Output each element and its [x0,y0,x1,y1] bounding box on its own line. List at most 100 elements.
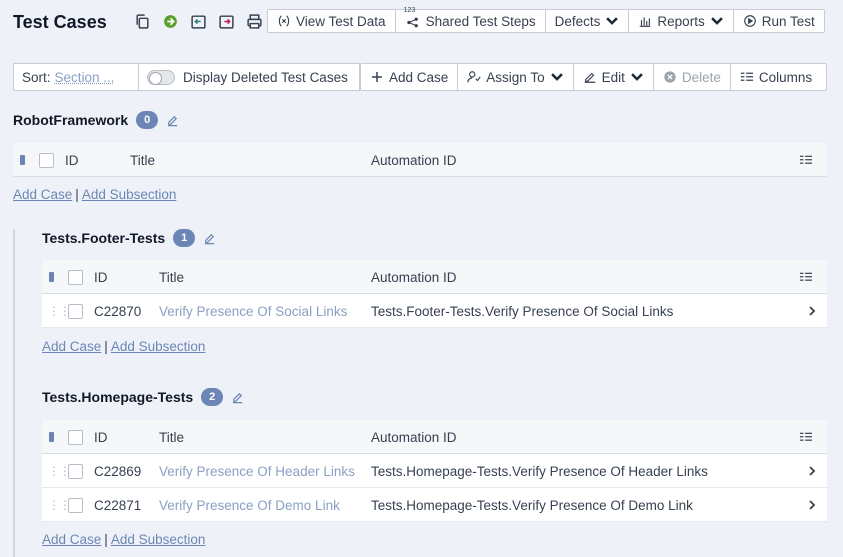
case-id: C22869 [94,463,142,479]
drag-handle-icon[interactable]: ⋮⋮ [48,454,71,488]
column-id[interactable]: ID [94,420,108,454]
drag-handle-icon[interactable]: ⋮⋮ [48,488,71,522]
add-subsection-link[interactable]: Add Subsection [111,532,206,547]
table-header: ID Title Automation ID [13,143,827,177]
table-row[interactable]: ⋮⋮ C22871 Verify Presence Of Demo Link T… [42,488,827,522]
edit-dropdown[interactable]: Edit [574,64,654,90]
view-test-data-button[interactable]: View Test Data [268,10,396,32]
select-all-checkbox[interactable] [68,429,83,445]
chevron-down-icon [710,17,723,25]
column-settings-icon[interactable] [799,260,813,294]
column-title[interactable]: Title [159,420,184,454]
chevron-right-icon[interactable] [807,454,817,488]
section-header-footer-tests: Tests.Footer-Tests 1 [42,229,216,247]
display-deleted-toggle[interactable] [147,69,175,85]
case-title-link[interactable]: Verify Presence Of Header Links [159,454,355,488]
cases-table: ID Title Automation ID ⋮⋮ C22870 Verify … [42,260,827,328]
icon-toolbar [131,10,265,32]
column-id[interactable]: ID [65,143,79,177]
columns-button[interactable]: Columns [731,64,821,90]
plus-icon [372,72,382,82]
case-id: C22870 [94,303,142,319]
section-header-homepage-tests: Tests.Homepage-Tests 2 [42,388,244,406]
case-title-link[interactable]: Verify Presence Of Social Links [159,294,347,328]
sort-select[interactable]: Sort: Section ... [13,63,139,91]
display-deleted-toggle-container: Display Deleted Test Cases [139,63,360,91]
edit-section-icon[interactable] [166,114,179,127]
case-automation-id: Tests.Homepage-Tests.Verify Presence Of … [371,497,693,513]
copy-icon[interactable] [131,10,153,32]
delete-button[interactable]: Delete [654,64,731,90]
section-add-links: Add Case | Add Subsection [42,339,206,354]
row-checkbox[interactable] [68,497,83,513]
select-all-checkbox[interactable] [68,269,83,285]
assign-to-dropdown[interactable]: Assign To [458,64,574,90]
drag-handle-icon[interactable]: ⋮⋮ [48,294,71,328]
section-add-links: Add Case | Add Subsection [13,187,177,202]
case-id: C22871 [94,497,142,513]
section-add-links: Add Case | Add Subsection [42,532,206,547]
chevron-right-icon[interactable] [807,294,817,328]
section-title: Tests.Homepage-Tests [42,389,194,405]
chevron-down-icon [550,73,563,81]
chevron-down-icon [606,17,619,25]
column-settings-icon[interactable] [799,420,813,454]
table-row[interactable]: ⋮⋮ C22869 Verify Presence Of Header Link… [42,454,827,488]
column-marker [20,155,25,165]
case-count-badge: 2 [201,388,224,406]
add-case-link[interactable]: Add Case [13,187,72,202]
column-automation-id[interactable]: Automation ID [371,420,457,454]
case-toolbar: Sort: Section ... Display Deleted Test C… [13,63,827,91]
row-checkbox[interactable] [68,303,83,319]
column-title[interactable]: Title [130,143,155,177]
cases-table: ID Title Automation ID [13,143,827,177]
delete-circle-icon [664,71,676,83]
export-icon[interactable] [215,10,237,32]
column-automation-id[interactable]: Automation ID [371,260,457,294]
column-id[interactable]: ID [94,260,108,294]
row-checkbox[interactable] [68,463,83,479]
subsection-indent-line [13,229,15,557]
edit-section-icon[interactable] [231,391,244,404]
table-header: ID Title Automation ID [42,260,827,294]
chevron-right-icon[interactable] [807,488,817,522]
column-settings-icon[interactable] [799,143,813,177]
import-icon[interactable] [187,10,209,32]
case-count-badge: 0 [136,111,159,129]
add-subsection-link[interactable]: Add Subsection [82,187,177,202]
print-icon[interactable] [243,10,265,32]
column-marker [49,432,54,442]
column-title[interactable]: Title [159,260,184,294]
edit-section-icon[interactable] [203,232,216,245]
bar-chart-icon [640,17,651,27]
add-subsection-link[interactable]: Add Subsection [111,339,206,354]
defects-dropdown[interactable]: Defects [546,10,630,32]
section-header-robotframework: RobotFramework 0 [13,111,179,129]
run-test-button[interactable]: Run Test [734,10,824,32]
select-all-checkbox[interactable] [39,152,54,168]
top-bar: Test Cases View Test Data 123 Shared Tes… [0,0,843,44]
add-case-link[interactable]: Add Case [42,532,101,547]
reports-dropdown[interactable]: Reports [629,10,734,32]
chevron-down-icon [631,73,643,81]
import-green-icon[interactable] [159,10,181,32]
case-title-link[interactable]: Verify Presence Of Demo Link [159,488,340,522]
shared-steps-icon: 123 [404,7,421,29]
column-automation-id[interactable]: Automation ID [371,143,457,177]
page-title: Test Cases [13,12,107,32]
add-case-button[interactable]: Add Case [361,64,459,90]
cases-table: ID Title Automation ID ⋮⋮ C22869 Verify … [42,420,827,522]
variable-icon [278,15,290,27]
section-title: Tests.Footer-Tests [42,230,166,246]
case-actions-group: Add Case Assign To Edit Delete Columns [360,63,827,91]
table-row[interactable]: ⋮⋮ C22870 Verify Presence Of Social Link… [42,294,827,328]
sort-value[interactable]: Section ... [55,70,115,85]
display-deleted-label: Display Deleted Test Cases [183,69,348,85]
columns-icon [740,72,754,81]
column-marker [49,272,54,282]
case-automation-id: Tests.Homepage-Tests.Verify Presence Of … [371,463,708,479]
shared-test-steps-button[interactable]: 123 Shared Test Steps [396,7,546,32]
section-title: RobotFramework [13,112,129,128]
table-header: ID Title Automation ID [42,420,827,454]
add-case-link[interactable]: Add Case [42,339,101,354]
